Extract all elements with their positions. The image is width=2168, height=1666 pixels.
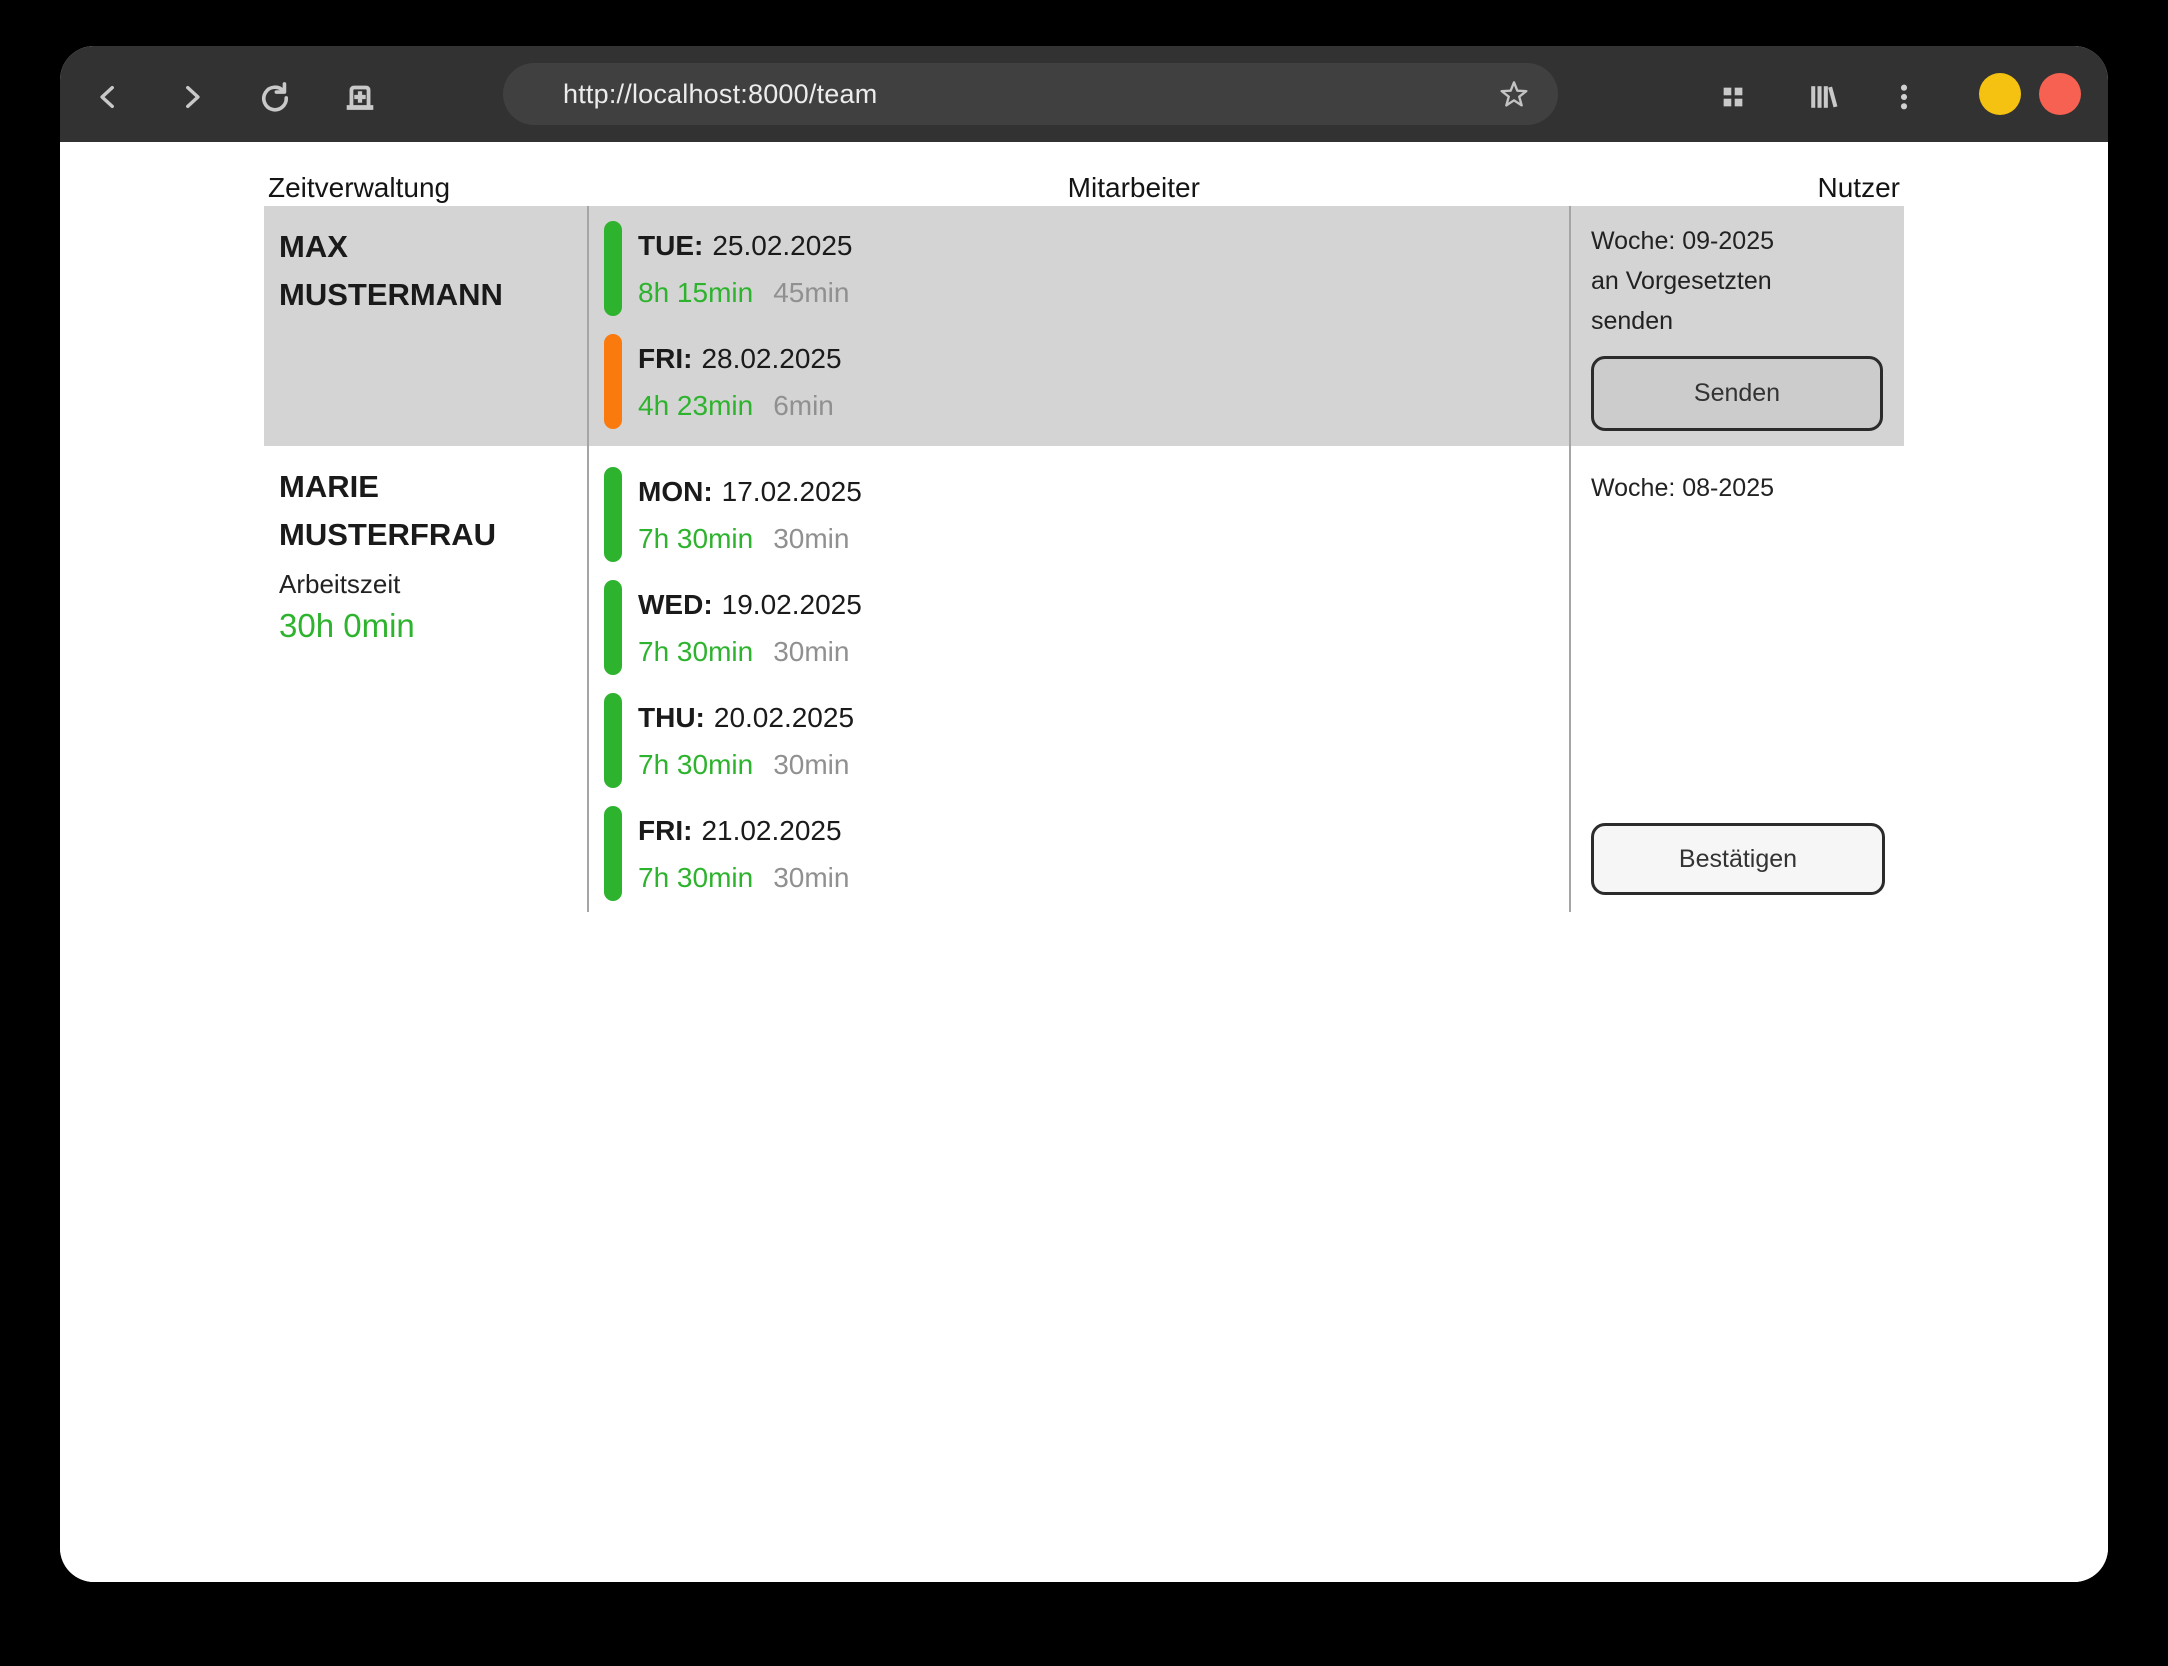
day-entry: FRI: 21.02.2025 7h 30min 30min (604, 806, 1569, 901)
status-bar (604, 467, 622, 562)
day-date: 25.02.2025 (712, 230, 852, 261)
day-abbr: MON: (638, 476, 713, 507)
menu-kebab-icon[interactable] (1882, 75, 1926, 119)
status-bar (604, 693, 622, 788)
time-line: 7h 30min 30min (638, 628, 862, 675)
employee-name: MARIEMUSTERFRAU (279, 463, 579, 559)
day-date: 21.02.2025 (701, 815, 841, 846)
worked-time: 7h 30min (638, 862, 753, 893)
worktime-label: Arbeitszeit (279, 564, 579, 604)
day-abbr: THU: (638, 702, 705, 733)
time-line: 8h 15min 45min (638, 269, 852, 316)
day-date-line: WED: 19.02.2025 (638, 581, 862, 628)
time-line: 7h 30min 30min (638, 741, 854, 788)
break-time: 30min (773, 523, 849, 554)
employee-rows: MAXMUSTERMANN TUE: 25.02.2025 8h 15min 45m… (264, 206, 1904, 912)
day-abbr: TUE: (638, 230, 703, 261)
day-date: 17.02.2025 (722, 476, 862, 507)
week-action-button[interactable]: Senden (1591, 356, 1883, 431)
day-entry: TUE: 25.02.2025 8h 15min 45min (604, 221, 1569, 316)
reload-icon[interactable] (253, 75, 297, 119)
day-abbr: WED: (638, 589, 713, 620)
week-info-cell: Woche: 09-2025an Vorgesetztensenden Send… (1571, 206, 1904, 446)
week-action-button[interactable]: Bestätigen (1591, 823, 1885, 895)
break-time: 30min (773, 636, 849, 667)
time-line: 4h 23min 6min (638, 382, 842, 429)
employee-name-cell: MAXMUSTERMANN (264, 206, 589, 446)
day-date-line: FRI: 21.02.2025 (638, 807, 849, 854)
day-entries-cell: MON: 17.02.2025 7h 30min 30min WED: 19.02.2… (589, 446, 1571, 912)
close-button[interactable] (2039, 73, 2081, 115)
day-abbr: FRI: (638, 815, 692, 846)
library-icon[interactable] (1800, 75, 1844, 119)
employee-name-cell: MARIEMUSTERFRAU Arbeitszeit 30h 0min (264, 446, 589, 912)
day-entry: FRI: 28.02.2025 4h 23min 6min (604, 334, 1569, 429)
break-time: 30min (773, 749, 849, 780)
team-page: Zeitverwaltung Mitarbeiter Nutzer MAXMUS… (60, 142, 2108, 1582)
day-entry: MON: 17.02.2025 7h 30min 30min (604, 467, 1569, 562)
day-abbr: FRI: (638, 343, 692, 374)
week-info-lines: Woche: 09-2025an Vorgesetztensenden (1591, 221, 1894, 341)
break-time: 30min (773, 862, 849, 893)
employee-name: MAXMUSTERMANN (279, 223, 579, 319)
employee-row: MAXMUSTERMANN TUE: 25.02.2025 8h 15min 45m… (264, 206, 1904, 446)
week-info-cell: Woche: 08-2025 Bestätigen (1571, 446, 1904, 912)
nav-mitarbeiter[interactable]: Mitarbeiter (1068, 172, 1200, 204)
day-entry: WED: 19.02.2025 7h 30min 30min (604, 580, 1569, 675)
day-entry-text: FRI: 21.02.2025 7h 30min 30min (638, 806, 849, 901)
worked-time: 7h 30min (638, 749, 753, 780)
worktime-value: 30h 0min (279, 604, 579, 648)
day-entry-text: WED: 19.02.2025 7h 30min 30min (638, 580, 862, 675)
back-icon[interactable] (86, 75, 130, 119)
day-date-line: MON: 17.02.2025 (638, 468, 862, 515)
top-nav: Zeitverwaltung Mitarbeiter Nutzer (264, 142, 1904, 206)
day-date-line: TUE: 25.02.2025 (638, 222, 852, 269)
bookmark-star-icon[interactable] (1492, 72, 1536, 116)
break-time: 45min (773, 277, 849, 308)
day-entry-text: MON: 17.02.2025 7h 30min 30min (638, 467, 862, 562)
day-entry-text: THU: 20.02.2025 7h 30min 30min (638, 693, 854, 788)
worked-time: 7h 30min (638, 523, 753, 554)
url-text[interactable]: http://localhost:8000/team (563, 79, 877, 110)
time-line: 7h 30min 30min (638, 515, 862, 562)
browser-window: http://localhost:8000/team (60, 46, 2108, 1582)
new-tab-icon[interactable] (338, 75, 382, 119)
nav-nutzer[interactable]: Nutzer (1818, 172, 1900, 204)
worked-time: 7h 30min (638, 636, 753, 667)
status-bar (604, 221, 622, 316)
address-bar[interactable]: http://localhost:8000/team (503, 63, 1558, 125)
status-bar (604, 806, 622, 901)
minimize-button[interactable] (1979, 73, 2021, 115)
browser-toolbar: http://localhost:8000/team (60, 46, 2108, 142)
day-entry-text: TUE: 25.02.2025 8h 15min 45min (638, 221, 852, 316)
day-date-line: THU: 20.02.2025 (638, 694, 854, 741)
day-entry: THU: 20.02.2025 7h 30min 30min (604, 693, 1569, 788)
day-date-line: FRI: 28.02.2025 (638, 335, 842, 382)
status-bar (604, 580, 622, 675)
worked-time: 4h 23min (638, 390, 753, 421)
day-date: 28.02.2025 (701, 343, 841, 374)
break-time: 6min (773, 390, 834, 421)
time-line: 7h 30min 30min (638, 854, 849, 901)
employee-row: MARIEMUSTERFRAU Arbeitszeit 30h 0min MON… (264, 446, 1904, 912)
forward-icon[interactable] (170, 75, 214, 119)
day-entry-text: FRI: 28.02.2025 4h 23min 6min (638, 334, 842, 429)
day-date: 20.02.2025 (714, 702, 854, 733)
status-bar (604, 334, 622, 429)
day-date: 19.02.2025 (722, 589, 862, 620)
worked-time: 8h 15min (638, 277, 753, 308)
nav-zeitverwaltung[interactable]: Zeitverwaltung (268, 172, 450, 204)
tab-grid-icon[interactable] (1711, 75, 1755, 119)
day-entries-cell: TUE: 25.02.2025 8h 15min 45min FRI: 28.02.2… (589, 206, 1571, 446)
week-info-lines: Woche: 08-2025 (1591, 468, 1894, 508)
